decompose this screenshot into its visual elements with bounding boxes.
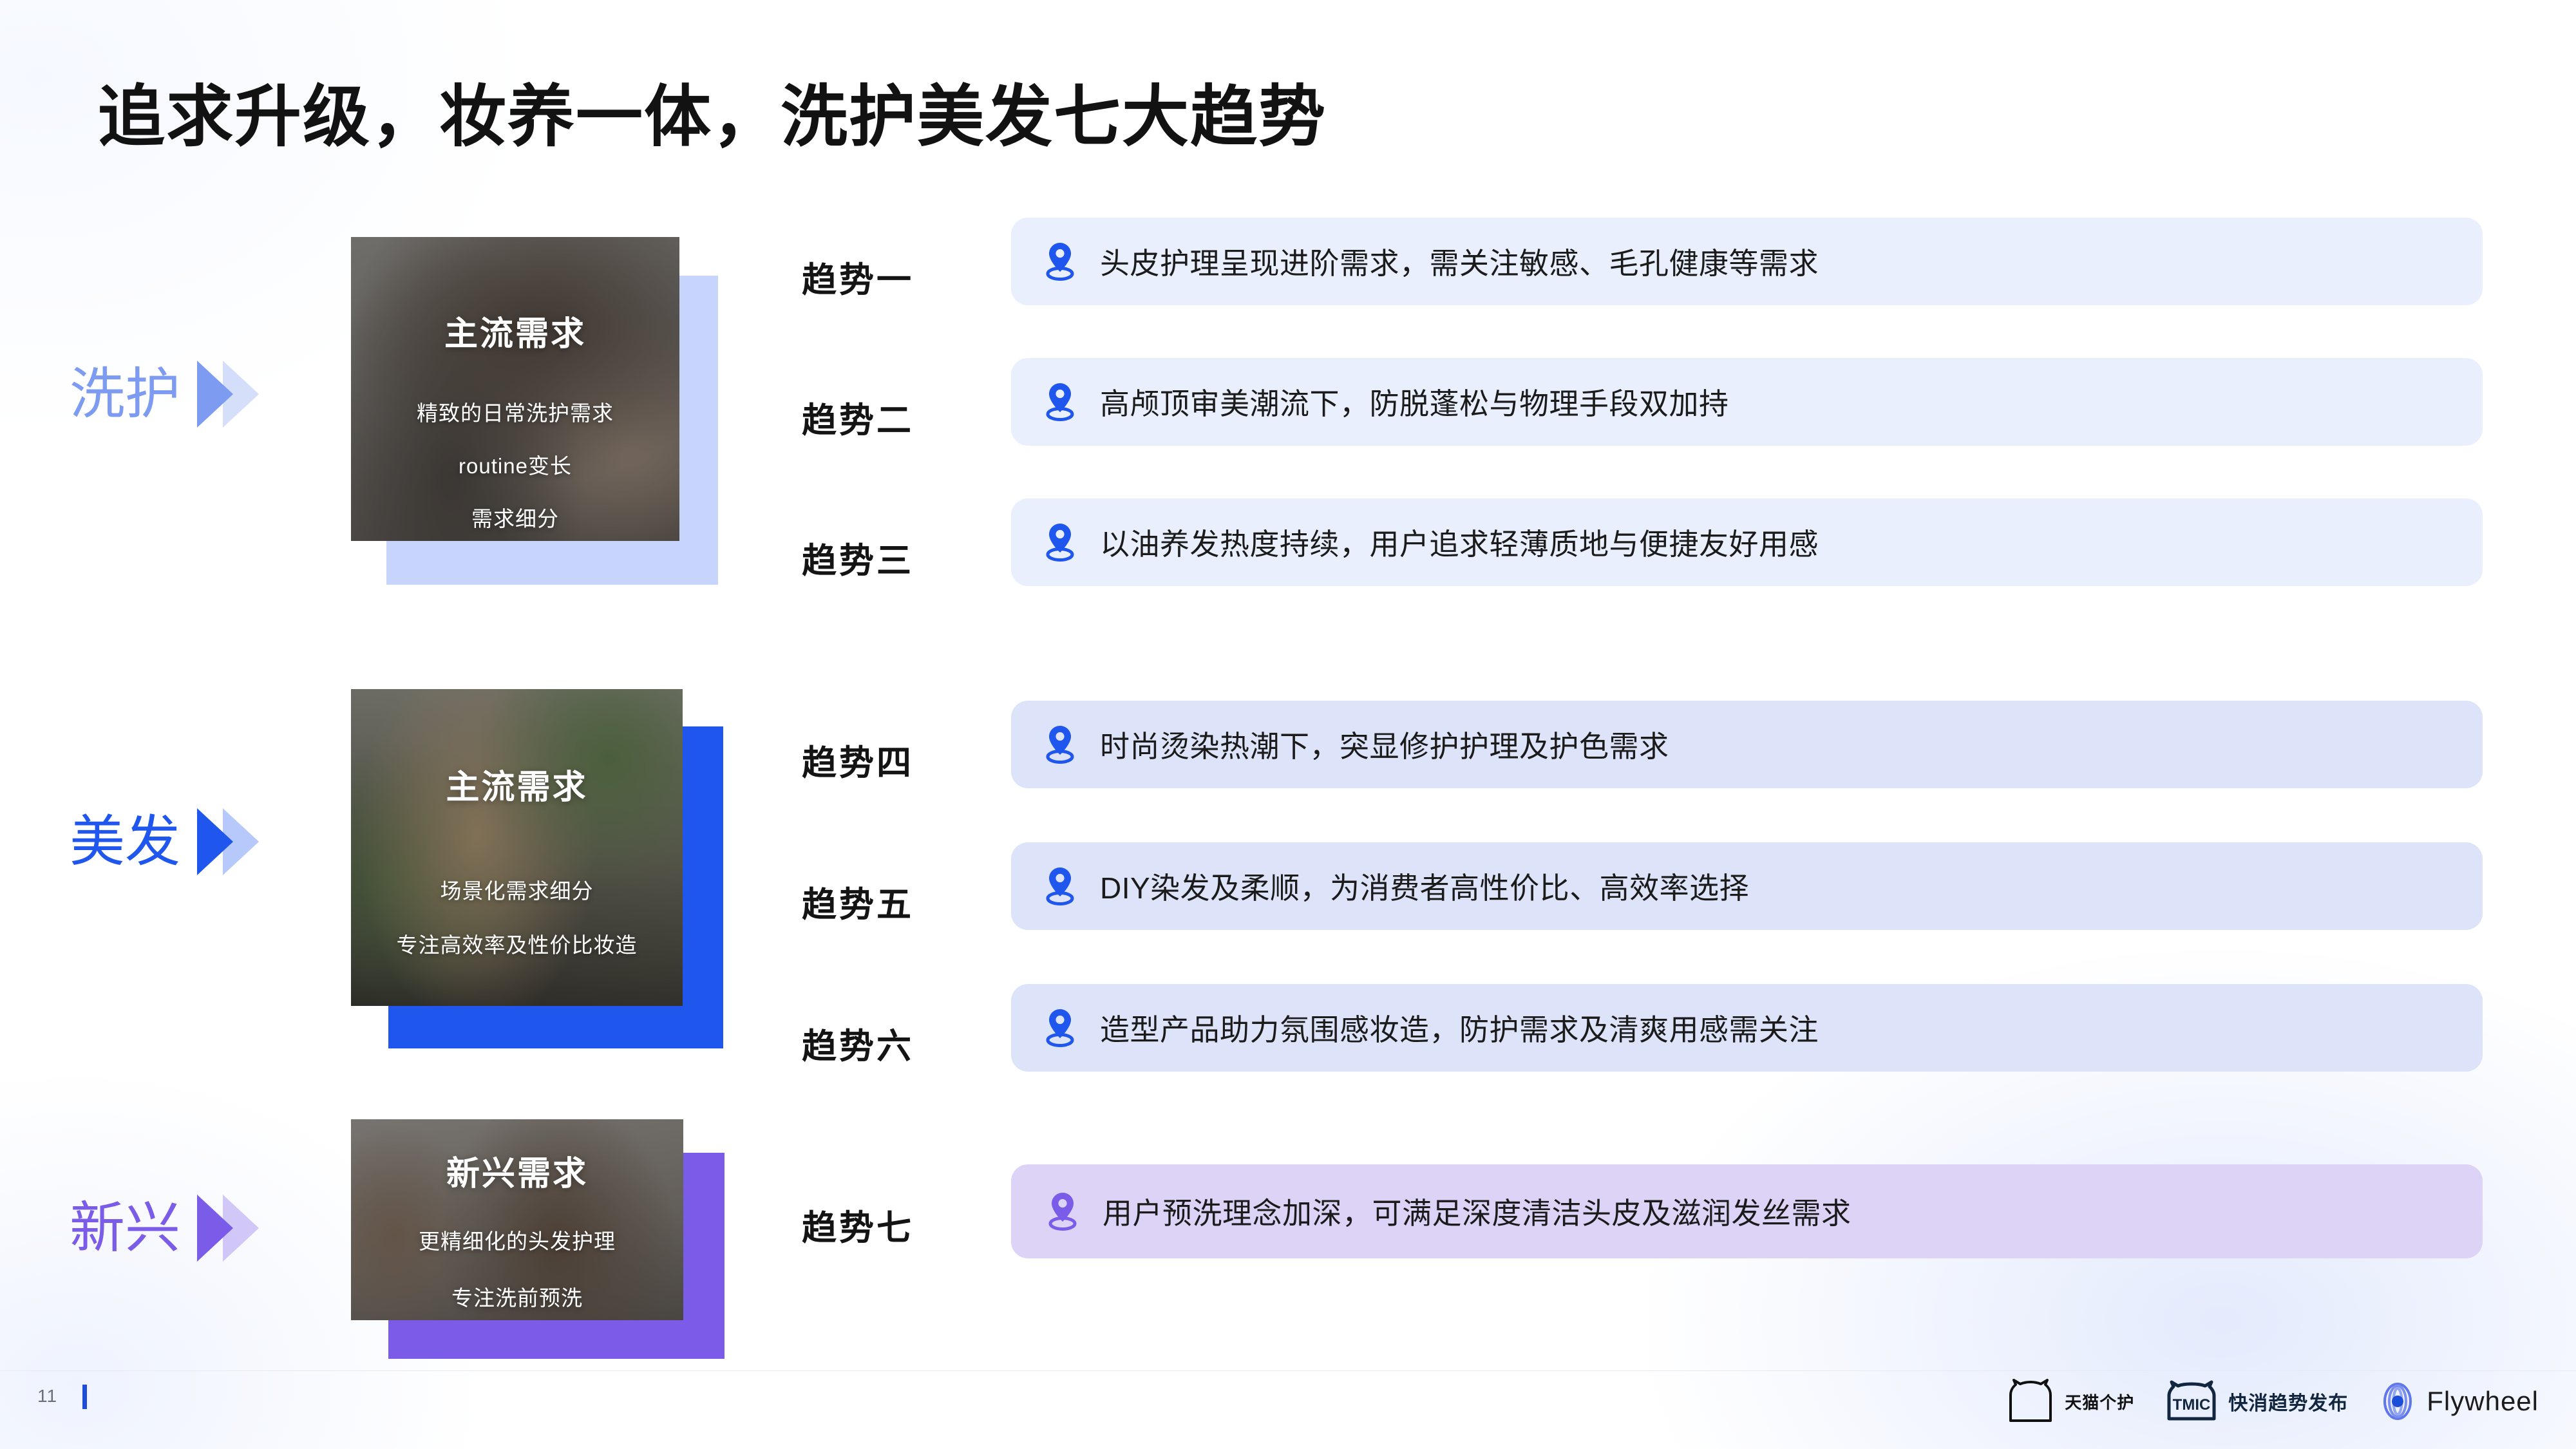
card-photo-new: 新兴需求 更精细化的头发护理 专注洗前预洗 [351,1119,683,1320]
location-pin-icon [1046,1009,1074,1047]
card-title: 新兴需求 [446,1155,588,1193]
category-label-hair: 美发 [70,811,180,873]
trend-text-7: 用户预洗理念加深，可满足深度清洁头皮及滋润发丝需求 [1103,1197,1852,1230]
location-pin-icon [1046,243,1074,281]
card-photo-wash: 主流需求 精致的日常洗护需求 routine变长 需求细分 [351,237,679,541]
tmall-personal-care-logo: 天猫个护 [2005,1378,2134,1425]
location-pin-icon [1046,867,1074,905]
trend-text-5: DIY染发及柔顺，为消费者高性价比、高效率选择 [1100,871,1750,905]
card-title: 主流需求 [444,316,586,353]
card-photo-hair: 主流需求 场景化需求细分 专注高效率及性价比妆造 [351,689,683,1006]
card-subline: 更精细化的头发护理 [419,1229,616,1253]
double-chevron-right-icon [197,361,268,428]
flywheel-spiral-icon [2383,1383,2412,1420]
trend-pill-3[interactable]: 以油养发热度持续，用户追求轻薄质地与便捷友好用感 [1011,498,2483,586]
location-pin-icon [1046,524,1074,562]
tmall-logo-label: 天猫个护 [2065,1392,2135,1412]
card-subline: 场景化需求细分 [440,879,594,903]
footer-logos: 天猫个护 TMIC 快消趋势发布 Flywheel [2005,1376,2539,1427]
card-subline: 精致的日常洗护需求 [417,401,614,425]
location-pin-icon [1046,383,1074,421]
location-pin-icon [1046,726,1074,764]
trend-text-1: 头皮护理呈现进阶需求，需关注敏感、毛孔健康等需求 [1100,247,1819,280]
trend-pill-6[interactable]: 造型产品助力氛围感妆造，防护需求及清爽用感需关注 [1011,984,2483,1072]
tmic-logo-label: 快消趋势发布 [2228,1393,2349,1414]
trend-text-3: 以油养发热度持续，用户追求轻薄质地与便捷友好用感 [1100,527,1819,561]
category-group-hair[interactable]: 美发 [70,808,268,875]
double-chevron-right-icon [197,808,268,875]
trend-pill-7[interactable]: 用户预洗理念加深，可满足深度清洁头皮及滋润发丝需求 [1011,1164,2483,1258]
cat-outline-icon [2009,1379,2052,1422]
page-accent-bar [82,1385,87,1409]
trend-number-1: 趋势一 [802,261,914,299]
trend-number-5: 趋势五 [802,886,914,924]
card-subline: routine变长 [459,454,572,478]
footer-divider [0,1370,2576,1371]
trend-pill-4[interactable]: 时尚烫染热潮下，突显修护护理及护色需求 [1011,701,2483,788]
trend-pill-5[interactable]: DIY染发及柔顺，为消费者高性价比、高效率选择 [1011,842,2483,930]
photo-overlay [351,237,679,541]
flywheel-logo-label: Flywheel [2427,1386,2539,1416]
card-title: 主流需求 [446,769,588,806]
card-subline: 需求细分 [471,507,559,531]
trend-pill-1[interactable]: 头皮护理呈现进阶需求，需关注敏感、毛孔健康等需求 [1011,218,2483,305]
category-group-wash[interactable]: 洗护 [70,361,268,428]
flywheel-logo: Flywheel [2378,1381,2539,1421]
need-card-wash[interactable]: 主流需求 精致的日常洗护需求 routine变长 需求细分 [351,237,718,585]
page-title: 追求升级，妆养一体，洗护美发七大趋势 [98,80,1327,155]
trend-number-3: 趋势三 [802,542,914,580]
trend-number-2: 趋势二 [802,401,914,440]
cat-badge-icon: TMIC [2167,1380,2216,1421]
location-pin-icon [1048,1193,1077,1231]
tmic-badge-text: TMIC [2173,1396,2211,1414]
tmic-logo: TMIC 快消趋势发布 [2164,1380,2348,1423]
page-number: 11 [37,1386,58,1406]
card-subline: 专注高效率及性价比妆造 [396,933,638,957]
trend-number-7: 趋势七 [802,1209,914,1247]
trend-number-6: 趋势六 [802,1027,914,1066]
trend-text-6: 造型产品助力氛围感妆造，防护需求及清爽用感需关注 [1100,1013,1819,1046]
category-label-wash: 洗护 [70,363,180,425]
category-group-new[interactable]: 新兴 [70,1195,268,1262]
category-label-new: 新兴 [70,1197,180,1259]
card-subline: 专注洗前预洗 [451,1286,583,1310]
trend-number-4: 趋势四 [802,744,914,782]
double-chevron-right-icon [197,1195,268,1262]
need-card-hair[interactable]: 主流需求 场景化需求细分 专注高效率及性价比妆造 [351,689,724,1050]
need-card-new[interactable]: 新兴需求 更精细化的头发护理 专注洗前预洗 [351,1119,724,1359]
trend-text-4: 时尚烫染热潮下，突显修护护理及护色需求 [1100,730,1669,763]
trend-text-2: 高颅顶审美潮流下，防脱蓬松与物理手段双加持 [1100,387,1729,421]
trend-pill-2[interactable]: 高颅顶审美潮流下，防脱蓬松与物理手段双加持 [1011,358,2483,446]
